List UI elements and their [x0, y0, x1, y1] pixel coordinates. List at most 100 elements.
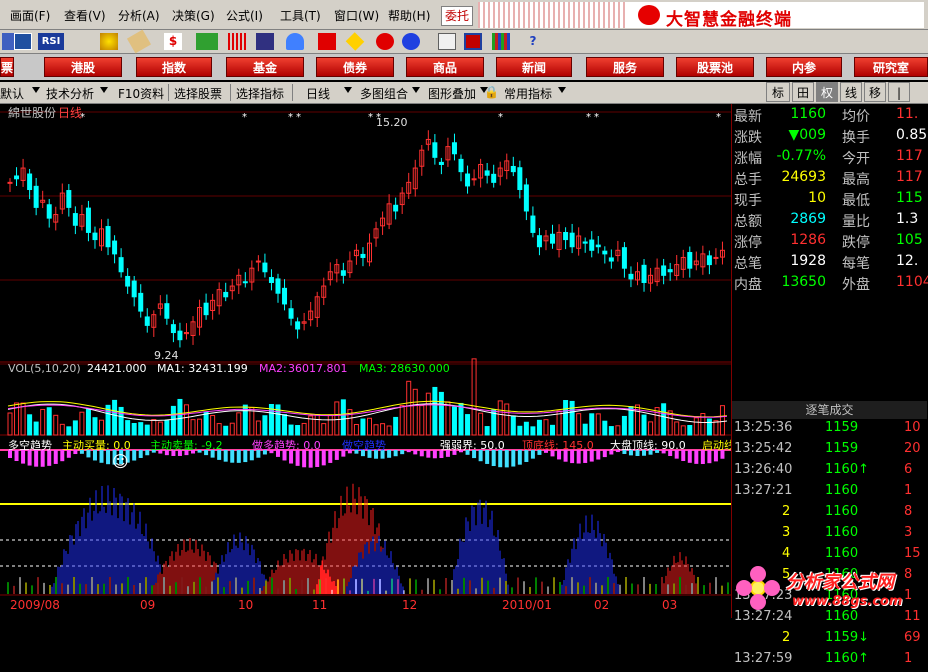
- volume-bar: [641, 414, 647, 436]
- right-tab-mark[interactable]: 标: [766, 82, 790, 102]
- candle-body: [621, 247, 627, 269]
- menu-view[interactable]: 查看(V): [64, 7, 106, 24]
- indicator-bar: [694, 450, 699, 464]
- volume-bar: [497, 400, 503, 436]
- indicator-bar: [334, 450, 339, 460]
- volume-bar: [595, 413, 601, 436]
- candle-body: [563, 232, 569, 241]
- nav-button-commodity[interactable]: 商品: [406, 57, 484, 77]
- candlestick-series: * * * * * * * * * *: [7, 112, 725, 348]
- link-icon[interactable]: [376, 33, 394, 50]
- exright-marker: *: [586, 112, 591, 123]
- volume-bar: [321, 423, 327, 436]
- nav-button-index[interactable]: 指数: [136, 57, 212, 77]
- dollar-icon[interactable]: $: [164, 33, 182, 50]
- binoculars-icon[interactable]: [256, 33, 274, 50]
- nav-button-news[interactable]: 新闻: [496, 57, 572, 77]
- menu-analysis[interactable]: 分析(A): [118, 7, 160, 24]
- weituo-button[interactable]: 委托: [441, 6, 473, 26]
- indicator-bar: [504, 450, 509, 468]
- quote-label: 最低: [842, 193, 870, 209]
- window-icon[interactable]: [438, 33, 456, 50]
- nav-button-insider[interactable]: 内参: [766, 57, 842, 77]
- volume-bar: [465, 414, 471, 436]
- ind-legend-long: 做多趋势: 0.0: [252, 439, 321, 452]
- quote-label: 涨幅: [734, 151, 762, 167]
- candle-body: [667, 269, 673, 273]
- tab-overlay[interactable]: 图形叠加: [428, 85, 476, 102]
- tick-volume: 3: [904, 525, 913, 540]
- volume-bar: [353, 423, 359, 436]
- exright-marker: *: [288, 112, 293, 123]
- lock-icon[interactable]: 🔒: [484, 85, 499, 99]
- tab-common-indicator[interactable]: 常用指标: [504, 85, 552, 102]
- chevron-down-icon[interactable]: [100, 87, 108, 93]
- kline-chart[interactable]: * * * * * * * * * *: [0, 104, 731, 598]
- help-icon[interactable]: ?: [524, 33, 542, 50]
- menu-help[interactable]: 帮助(H): [388, 7, 430, 24]
- candle-body: [170, 324, 176, 334]
- candle-body: [255, 260, 261, 263]
- quote-label: 每笔: [842, 256, 870, 272]
- axis-label: 12: [402, 598, 418, 612]
- volume-bar: [608, 426, 614, 436]
- rsi-icon[interactable]: RSI: [38, 33, 64, 50]
- menu-view-screen[interactable]: 画面(F): [10, 7, 50, 24]
- nav-button-hk[interactable]: 港股: [44, 57, 122, 77]
- books-icon[interactable]: [492, 33, 510, 50]
- volume-bar: [406, 380, 412, 436]
- menu-formula[interactable]: 公式(I): [226, 7, 263, 24]
- volume-bar: [40, 408, 46, 436]
- chevron-down-icon[interactable]: [412, 87, 420, 93]
- chevron-down-icon[interactable]: [344, 87, 352, 93]
- volume-bar: [249, 407, 255, 436]
- crosshair-icon[interactable]: [100, 33, 118, 50]
- alarm-icon[interactable]: [286, 33, 304, 50]
- indicator-bar: [687, 450, 692, 463]
- tab-f10[interactable]: F10资料: [118, 85, 164, 102]
- panel-icon[interactable]: [464, 33, 482, 50]
- menu-tools[interactable]: 工具(T): [280, 7, 321, 24]
- diamond-icon[interactable]: [345, 32, 365, 51]
- divider: [168, 84, 169, 101]
- candle-body: [46, 204, 52, 219]
- bars-icon[interactable]: [228, 33, 246, 50]
- tab-default[interactable]: 默认: [0, 85, 24, 102]
- right-tab-grid[interactable]: 田: [792, 82, 814, 102]
- right-tab-line[interactable]: 线: [840, 82, 862, 102]
- nav-button-fund[interactable]: 基金: [226, 57, 304, 77]
- candle-body: [118, 257, 124, 273]
- candle-body: [223, 291, 229, 298]
- nav-button-bond[interactable]: 债券: [316, 57, 394, 77]
- eyes-icon[interactable]: [196, 33, 218, 50]
- menu-decision[interactable]: 决策(G): [172, 7, 215, 24]
- volume-bar: [451, 406, 457, 436]
- right-tab-rights[interactable]: 权: [816, 82, 838, 102]
- nav-button-stock-pool[interactable]: 股票池: [676, 57, 754, 77]
- tab-select-stock[interactable]: 选择股票: [174, 85, 222, 102]
- grid-icon[interactable]: [14, 33, 32, 50]
- nav-button-service[interactable]: 服务: [586, 57, 664, 77]
- chevron-down-icon[interactable]: [32, 87, 40, 93]
- tick-volume: 20: [904, 441, 921, 456]
- candle-body: [589, 239, 595, 251]
- chevron-down-icon[interactable]: [558, 87, 566, 93]
- chain-icon[interactable]: [402, 33, 420, 50]
- tab-select-indicator[interactable]: 选择指标: [236, 85, 284, 102]
- quote-label: 内盘: [734, 277, 762, 293]
- tab-multi-chart[interactable]: 多图组合: [360, 85, 408, 102]
- right-tab-more[interactable]: |: [888, 82, 910, 102]
- tick-price: 1159: [825, 420, 859, 435]
- menu-window[interactable]: 窗口(W): [334, 7, 379, 24]
- volume-bar: [53, 414, 59, 436]
- nav-button-research[interactable]: 研究室: [854, 57, 928, 77]
- right-tab-move[interactable]: 移: [864, 82, 886, 102]
- ruler-icon[interactable]: [126, 29, 152, 54]
- tick-volume: 10: [904, 420, 921, 435]
- tab-daily[interactable]: 日线: [306, 85, 330, 102]
- flag-icon[interactable]: [318, 33, 336, 50]
- nav-button-stock[interactable]: 票: [0, 57, 14, 77]
- tab-tech-analysis[interactable]: 技术分析: [46, 85, 94, 102]
- quote-row: 涨停 1286 跌停 105: [734, 232, 928, 253]
- volume-bar: [183, 404, 189, 436]
